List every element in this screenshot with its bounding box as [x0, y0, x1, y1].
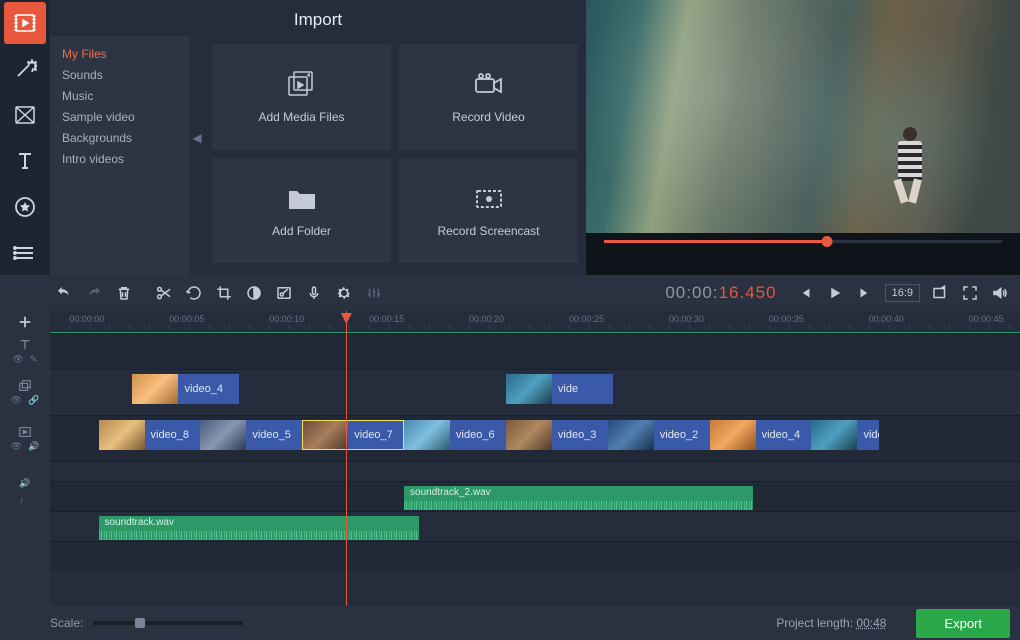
equalizer-button[interactable]: [360, 279, 388, 307]
nav-music[interactable]: Music: [62, 86, 178, 107]
spacer-track: [50, 461, 1020, 481]
clip-properties-button[interactable]: [270, 279, 298, 307]
audio-track-2[interactable]: soundtrack.wav: [50, 511, 1020, 541]
spacer-track-2: [50, 541, 1020, 571]
video-clip[interactable]: video_7: [302, 420, 404, 450]
media-files-icon: [285, 68, 319, 102]
editing-toolbar: 00:00:16.450 16:9: [0, 275, 1020, 311]
color-adjust-button[interactable]: [240, 279, 268, 307]
collapse-categories-handle[interactable]: ◀: [190, 113, 204, 163]
more-tool[interactable]: [4, 232, 46, 274]
next-frame-button[interactable]: [851, 279, 879, 307]
folder-icon: [285, 182, 319, 216]
nav-sample-video[interactable]: Sample video: [62, 107, 178, 128]
nav-my-files[interactable]: My Files: [62, 44, 178, 65]
timeline-ruler[interactable]: 00:00:0000:00:0500:00:1000:00:1500:00:20…: [50, 311, 1020, 333]
video-clip[interactable]: video_5: [200, 420, 302, 450]
overlay-track[interactable]: video_4 vide: [50, 369, 1020, 415]
volume-button[interactable]: [986, 279, 1014, 307]
audio-track-header[interactable]: 🔊♪: [0, 461, 50, 521]
record-video-tile[interactable]: Record Video: [399, 44, 578, 150]
nav-sounds[interactable]: Sounds: [62, 65, 178, 86]
undo-button[interactable]: [50, 279, 78, 307]
delete-button[interactable]: [110, 279, 138, 307]
video-clip[interactable]: video_3: [506, 420, 608, 450]
title-track-header[interactable]: 👁✎: [0, 333, 50, 369]
add-track-button[interactable]: [0, 311, 50, 333]
video-clip[interactable]: video_6: [404, 420, 506, 450]
record-screencast-tile[interactable]: Record Screencast: [399, 158, 578, 264]
project-length-value[interactable]: 00:48: [856, 616, 886, 630]
fullscreen-button[interactable]: [956, 279, 984, 307]
nav-backgrounds[interactable]: Backgrounds: [62, 128, 178, 149]
preview-frame[interactable]: [586, 0, 1020, 233]
video-clip[interactable]: video_8: [99, 420, 201, 450]
play-button[interactable]: [821, 279, 849, 307]
record-audio-button[interactable]: [300, 279, 328, 307]
title-track[interactable]: [50, 333, 1020, 369]
effects-tool[interactable]: [4, 48, 46, 90]
timecode-display: 00:00:16.450: [651, 283, 790, 303]
video-track[interactable]: video_8video_5video_7video_6video_3video…: [50, 415, 1020, 461]
audio-track-1[interactable]: soundtrack_2.wav: [50, 481, 1020, 511]
preview-scrubber[interactable]: [604, 236, 1002, 246]
transitions-tool[interactable]: [4, 94, 46, 136]
track-headers: 👁✎ 👁🔗 👁🔊 🔊♪: [0, 311, 50, 606]
split-button[interactable]: [150, 279, 178, 307]
nav-intro-videos[interactable]: Intro videos: [62, 149, 178, 170]
overlay-track-header[interactable]: 👁🔗: [0, 369, 50, 415]
audio-clip[interactable]: soundtrack.wav: [99, 516, 419, 540]
tool-sidebar: [0, 0, 50, 275]
import-categories: My Files Sounds Music Sample video Backg…: [50, 36, 190, 275]
project-length: Project length: 00:48: [776, 616, 886, 630]
prev-frame-button[interactable]: [791, 279, 819, 307]
titles-tool[interactable]: [4, 140, 46, 182]
add-folder-tile[interactable]: Add Folder: [212, 158, 391, 264]
screencast-icon: [472, 182, 506, 216]
export-button[interactable]: Export: [916, 609, 1010, 638]
tile-label: Add Folder: [272, 224, 331, 239]
tile-label: Add Media Files: [258, 110, 344, 125]
stickers-tool[interactable]: [4, 186, 46, 228]
footer-bar: Scale: Project length: 00:48 Export: [0, 606, 1020, 640]
video-clip[interactable]: video_2: [608, 420, 710, 450]
video-clip[interactable]: video_4: [710, 420, 812, 450]
scale-label: Scale:: [50, 616, 83, 630]
audio-clip[interactable]: soundtrack_2.wav: [404, 486, 753, 510]
import-title: Import: [50, 0, 586, 36]
video-clip[interactable]: vide: [506, 374, 613, 404]
import-tool[interactable]: [4, 2, 46, 44]
video-clip[interactable]: video_4: [132, 374, 239, 404]
video-track-header[interactable]: 👁🔊: [0, 415, 50, 461]
zoom-slider[interactable]: [93, 621, 243, 625]
timeline: 👁✎ 👁🔗 👁🔊 🔊♪ 00:00:0000:00:0500:00:1000:0…: [0, 311, 1020, 606]
tile-label: Record Video: [452, 110, 525, 125]
tile-label: Record Screencast: [437, 224, 539, 239]
crop-button[interactable]: [210, 279, 238, 307]
video-clip[interactable]: video_1: [811, 420, 879, 450]
add-media-files-tile[interactable]: Add Media Files: [212, 44, 391, 150]
preview-panel: ?: [586, 0, 1020, 275]
camera-icon: [472, 68, 506, 102]
aspect-ratio-button[interactable]: 16:9: [885, 284, 920, 302]
playhead[interactable]: [346, 311, 347, 606]
import-panel: Import My Files Sounds Music Sample vide…: [50, 0, 586, 275]
settings-button[interactable]: [330, 279, 358, 307]
rotate-button[interactable]: [180, 279, 208, 307]
redo-button[interactable]: [80, 279, 108, 307]
detach-preview-button[interactable]: [926, 279, 954, 307]
